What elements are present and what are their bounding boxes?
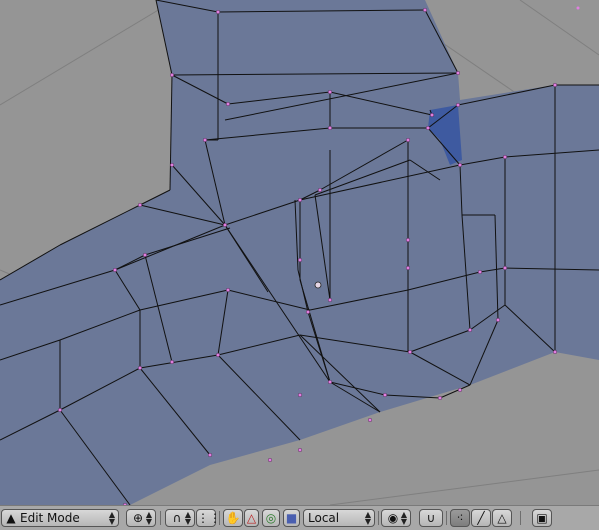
mesh-vertex (225, 288, 230, 293)
mesh-vertex (215, 353, 220, 358)
mesh-vertex (169, 162, 174, 167)
mesh-vertex (318, 187, 323, 192)
mesh-vertex (306, 310, 311, 315)
mesh-vertex (328, 298, 333, 303)
mesh-vertex (576, 6, 580, 10)
manipulator-toggle-button[interactable]: ✋ (223, 509, 243, 527)
mesh-vertex (423, 7, 428, 12)
translate-triangle-icon: △ (246, 511, 257, 525)
scale-widget-button[interactable]: ■ (283, 509, 300, 527)
render-preview-button[interactable]: ▣ (532, 509, 552, 527)
mesh-vertex (298, 393, 303, 398)
face-select-icon: △ (497, 511, 507, 525)
mirror-button[interactable]: ⋮⋮ (196, 509, 221, 527)
chevron-updown-icon: ▲ ▼ (400, 510, 407, 526)
render-icon: ▣ (536, 511, 548, 525)
mesh-vertex (478, 270, 483, 275)
mesh-vertex (406, 137, 411, 142)
mesh-vertex (503, 154, 508, 159)
proportional-edit-button[interactable]: ∩ ▲ ▼ (165, 509, 195, 527)
mesh-vertex (137, 202, 142, 207)
mesh-vertex (215, 9, 220, 14)
mesh-vertex (496, 318, 501, 323)
mesh-vertex (406, 266, 411, 271)
transform-orientation-selector[interactable]: Local ▲ ▼ (303, 509, 375, 527)
mesh-vertex (456, 70, 461, 75)
mesh-vertex (298, 448, 303, 453)
mesh-vertex (298, 197, 303, 202)
mesh-vertex (503, 266, 508, 271)
mesh-wireframe[interactable] (0, 0, 599, 505)
edge-select-button[interactable]: ╱ (471, 509, 491, 527)
mesh-vertex (268, 458, 273, 463)
chevron-updown-icon: ▲ ▼ (145, 510, 152, 526)
mesh-vertex (368, 418, 373, 423)
snap-toggle-button[interactable]: ∪ (419, 509, 443, 527)
chevron-updown-icon: ▲ ▼ (364, 510, 371, 526)
mesh-vertex (298, 258, 303, 263)
chevron-updown-icon: ▲ ▼ (184, 510, 191, 526)
mesh-vertex (553, 350, 558, 355)
mesh-vertex (328, 380, 333, 385)
mesh-vertex (456, 102, 461, 107)
3d-viewport[interactable] (0, 0, 599, 505)
mesh-vertex (468, 328, 473, 333)
mesh-vertex (438, 396, 443, 401)
vertex-select-button[interactable]: ⁖ (450, 509, 470, 527)
rotate-circle-icon: ◎ (265, 511, 277, 525)
mesh-vertex (137, 366, 142, 371)
mesh-vertex (426, 125, 431, 130)
mesh-vertex (222, 222, 227, 227)
grid-dots-icon: ⋮⋮ (197, 511, 221, 525)
mesh-vertex (408, 350, 413, 355)
mesh-vertex (202, 137, 207, 142)
mesh-vertex (406, 237, 411, 242)
mode-selector[interactable]: ▲ Edit Mode ▲ ▼ (1, 509, 119, 527)
mesh-vertex (383, 393, 388, 398)
mesh-vertex (169, 360, 174, 365)
mesh-vertex (58, 408, 63, 413)
mesh-vertex (458, 388, 463, 393)
mesh-vertex (553, 82, 558, 87)
translate-widget-button[interactable]: △ (244, 509, 259, 527)
mesh-vertex (112, 268, 117, 273)
scale-square-icon: ■ (285, 511, 298, 525)
mesh-vertex (169, 72, 174, 77)
grid-line (329, 469, 599, 505)
hand-icon: ✋ (225, 511, 241, 525)
rotate-widget-button[interactable]: ◎ (262, 509, 280, 527)
mode-label: Edit Mode (20, 511, 80, 525)
mesh-vertex (328, 89, 333, 94)
face-select-button[interactable]: △ (492, 509, 512, 527)
mesh-vertex (142, 252, 147, 257)
mesh-vertex (225, 101, 230, 106)
mesh-vertex (430, 112, 435, 117)
mesh-vertex (328, 125, 333, 130)
chevron-updown-icon: ▲ ▼ (108, 510, 115, 526)
edge-select-icon: ╱ (477, 511, 485, 525)
vertex-select-icon: ⁖ (456, 511, 464, 525)
viewport-header: ▲ Edit Mode ▲ ▼ ⊕ ▲ ▼ ∩ ▲ ▼ ⋮⋮ ✋ △ ◎ ■ Loca… (0, 505, 599, 530)
pivot-menu-button[interactable]: ⊕ ▲ ▼ (126, 509, 156, 527)
origin-point (314, 281, 322, 289)
transform-orientation-label: Local (308, 511, 340, 525)
occlude-menu-button[interactable]: ◉ ▲ ▼ (381, 509, 411, 527)
mesh-mode-icon: ▲ (6, 511, 16, 525)
mesh-vertex (207, 453, 212, 458)
grid-line (519, 0, 599, 56)
grid-line (0, 0, 176, 106)
magnet-icon: ∪ (426, 511, 436, 525)
mesh-vertex (458, 162, 463, 167)
